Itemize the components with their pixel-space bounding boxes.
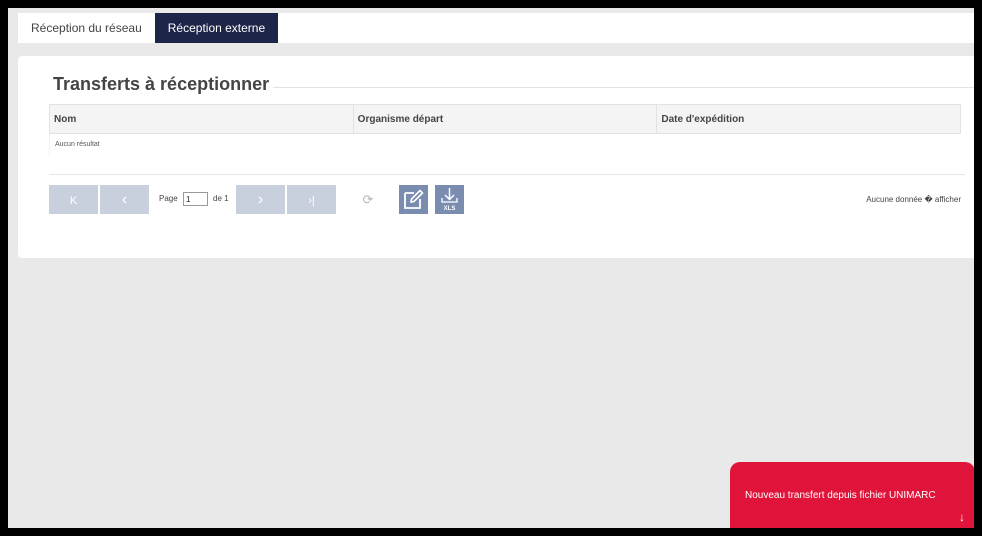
- last-page-icon: ›|: [308, 195, 315, 207]
- tab-bar: Réception du réseau Réception externe: [18, 13, 974, 43]
- column-header-nom[interactable]: Nom: [50, 105, 354, 133]
- panel-legend: Transferts à réceptionner: [53, 74, 974, 100]
- next-page-button[interactable]: ›: [236, 185, 285, 214]
- first-page-button[interactable]: K: [49, 185, 98, 214]
- page-number-input[interactable]: [183, 192, 208, 206]
- legend-divider: [273, 87, 974, 88]
- tab-reception-reseau[interactable]: Réception du réseau: [18, 13, 155, 43]
- refresh-icon: ⟳: [362, 192, 374, 207]
- app-viewport: Réception du réseau Réception externe Tr…: [8, 8, 974, 528]
- chevron-right-icon: ›: [257, 191, 264, 208]
- tab-reception-externe[interactable]: Réception externe: [154, 13, 279, 43]
- pager-divider: [49, 174, 965, 175]
- column-header-date-expedition[interactable]: Date d'expédition: [657, 105, 960, 133]
- empty-message: Aucun résultat: [55, 141, 100, 148]
- prev-page-button[interactable]: ‹: [100, 185, 149, 214]
- xls-label: XLS: [443, 206, 456, 212]
- arrow-down-icon: ↓: [959, 510, 965, 524]
- pager-toolbar: K ‹ Page de 1 › ›| ⟳: [49, 185, 961, 215]
- edit-button[interactable]: [399, 185, 428, 214]
- transfers-panel: Transferts à réceptionner Nom Organisme …: [18, 56, 974, 258]
- grid-header: Nom Organisme départ Date d'expédition: [49, 104, 961, 134]
- first-page-icon: K: [69, 195, 78, 207]
- refresh-button[interactable]: ⟳: [359, 191, 377, 209]
- page-label: Page: [159, 194, 178, 203]
- export-xls-button[interactable]: XLS: [435, 185, 464, 214]
- edit-icon: [404, 189, 424, 209]
- last-page-button[interactable]: ›|: [287, 185, 336, 214]
- no-data-message: Aucune donnée � afficher: [866, 195, 961, 204]
- chevron-left-icon: ‹: [121, 191, 128, 208]
- page-count-label: de 1: [213, 194, 229, 203]
- toast-label: Nouveau transfert depuis fichier UNIMARC: [745, 490, 936, 501]
- grid-body: Aucun résultat: [49, 134, 961, 156]
- transfers-grid: Nom Organisme départ Date d'expédition A…: [49, 104, 961, 156]
- column-header-organisme-depart[interactable]: Organisme départ: [354, 105, 658, 133]
- new-unimarc-transfer-button[interactable]: Nouveau transfert depuis fichier UNIMARC…: [730, 462, 974, 528]
- panel-title: Transferts à réceptionner: [53, 74, 280, 95]
